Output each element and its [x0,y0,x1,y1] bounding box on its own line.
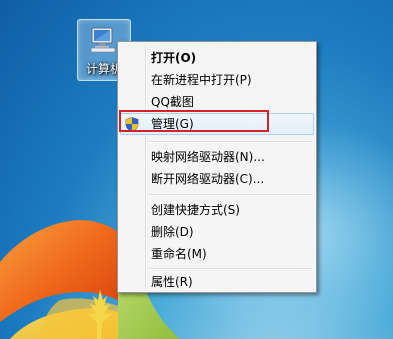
annotation-highlight-box [119,110,269,132]
context-menu: 打开(O) 在新进程中打开(P) QQ截图 管理(G) 映射网络驱动器(N)..… [117,41,317,293]
menu-item-disconnect-network-drive[interactable]: 断开网络驱动器(C)... [120,168,314,190]
menu-item-properties[interactable]: 属性(R) [120,271,314,293]
menu-item-rename[interactable]: 重命名(M) [120,243,314,265]
menu-item-open[interactable]: 打开(O) [120,47,314,69]
menu-separator [148,194,312,196]
menu-separator [148,268,312,270]
menu-item-delete[interactable]: 删除(D) [120,221,314,243]
menu-item-map-network-drive[interactable]: 映射网络驱动器(N)... [120,146,314,168]
menu-item-create-shortcut[interactable]: 创建快捷方式(S) [120,199,314,221]
computer-icon [90,27,116,53]
menu-separator [148,141,312,143]
menu-item-open-new-process[interactable]: 在新进程中打开(P) [120,69,314,91]
